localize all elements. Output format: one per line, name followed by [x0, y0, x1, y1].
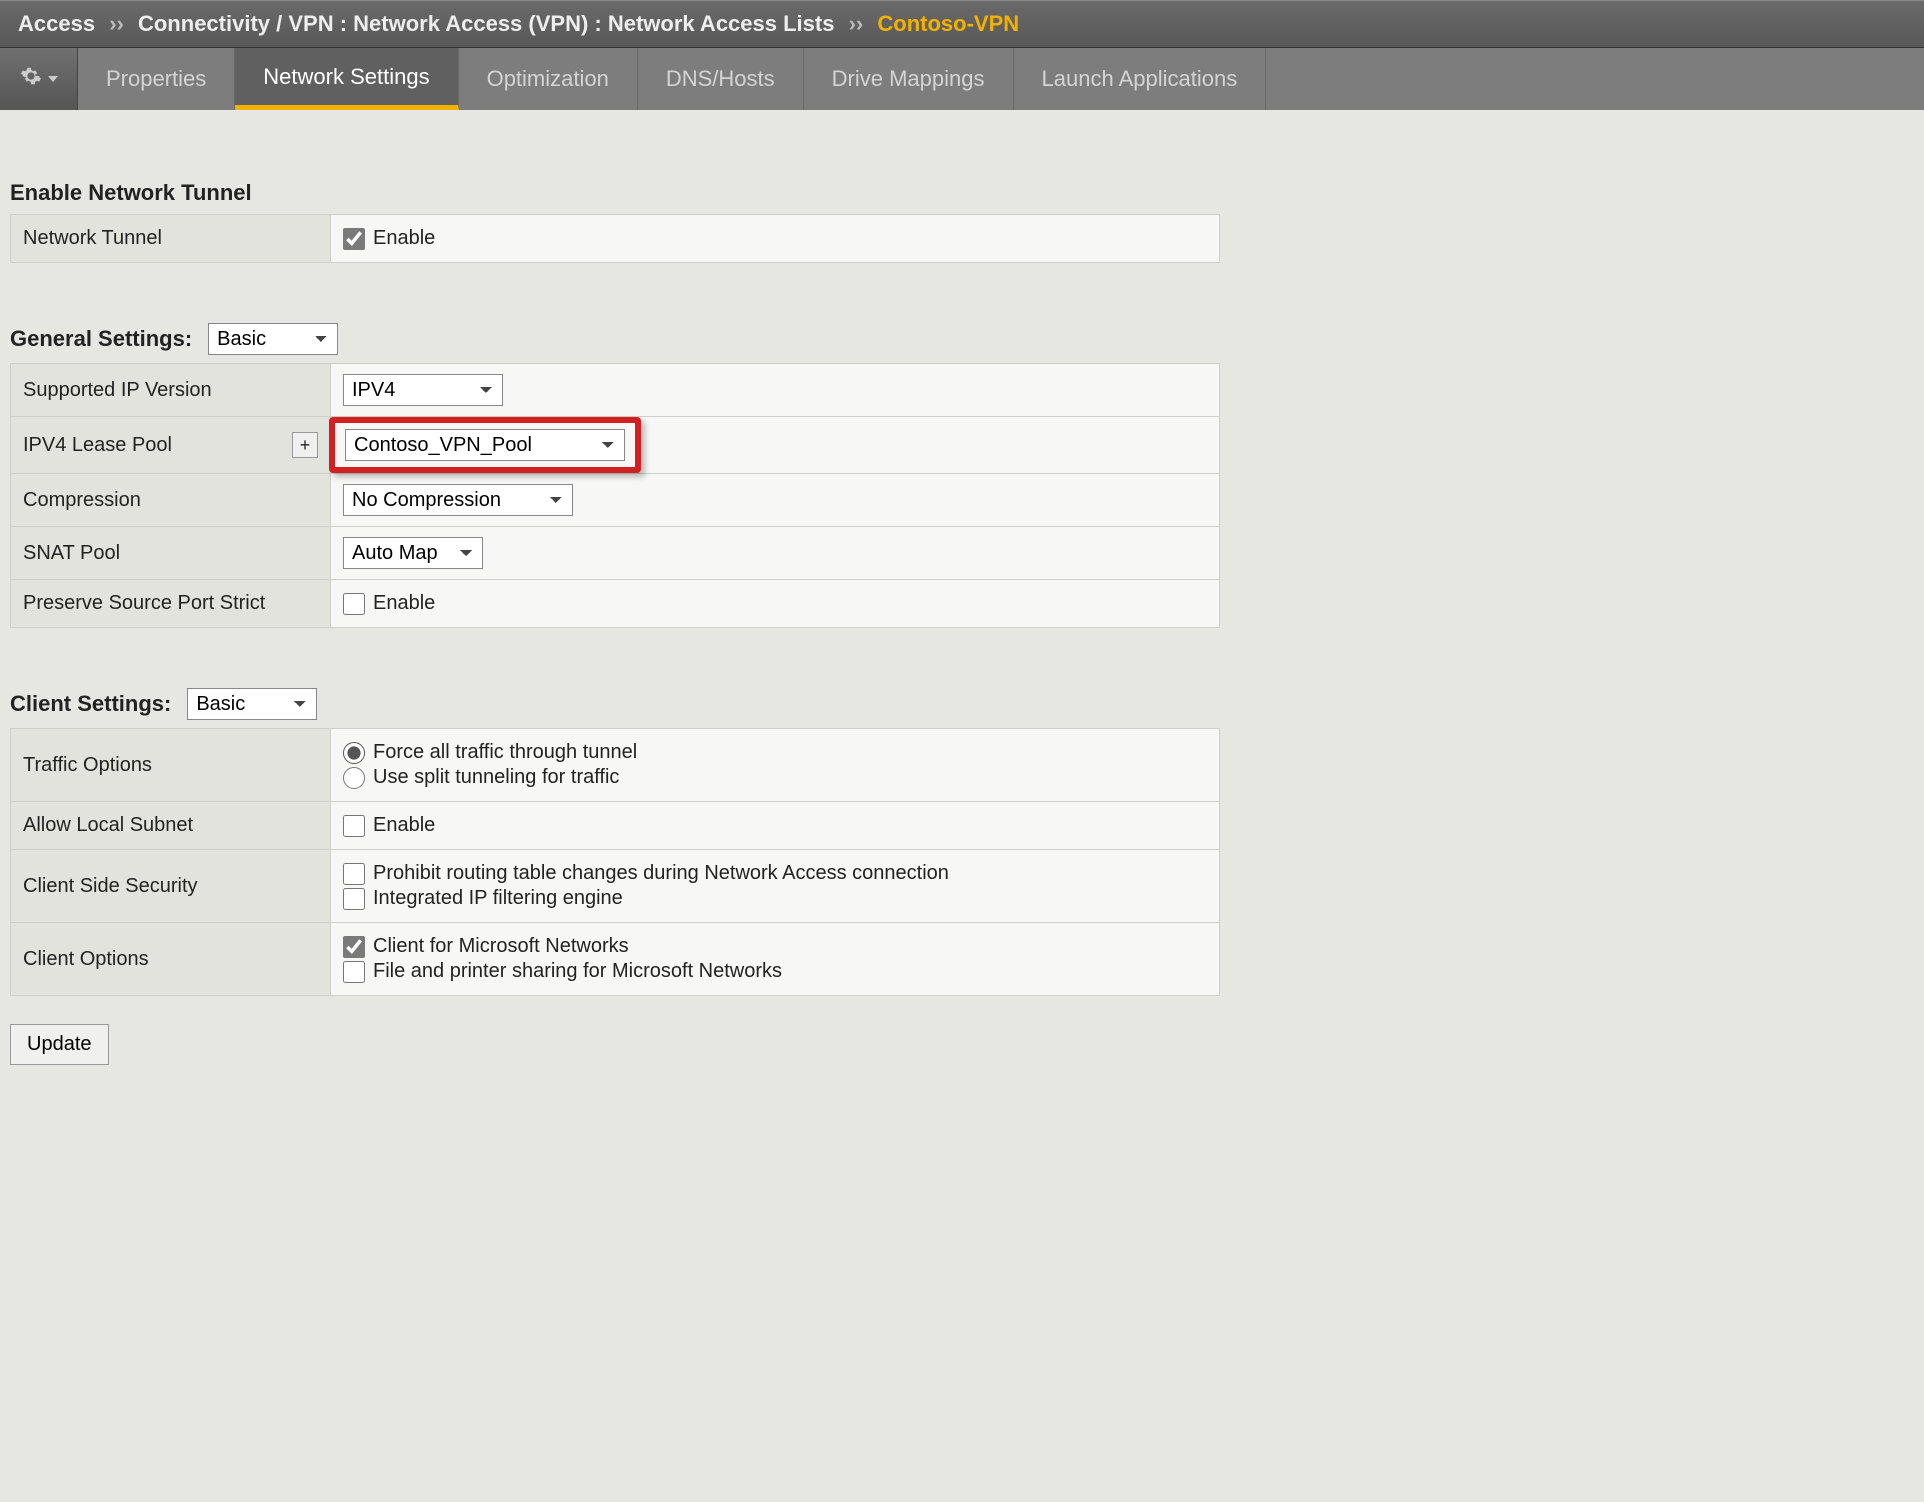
- checkbox-label: Enable: [373, 227, 435, 250]
- checkbox-file-printer[interactable]: [343, 961, 365, 983]
- tab-drive-mappings[interactable]: Drive Mappings: [804, 48, 1014, 110]
- row-label: Compression: [11, 474, 331, 527]
- table-general: Supported IP Version IPV4 IPV4 Lease Poo…: [10, 363, 1220, 628]
- allow-local-subnet-enable[interactable]: Enable: [343, 814, 1207, 837]
- tab-launch-applications[interactable]: Launch Applications: [1014, 48, 1267, 110]
- gear-menu[interactable]: [0, 48, 78, 110]
- radio-split-tunnel[interactable]: [343, 767, 365, 789]
- table-enable-tunnel: Network Tunnel Enable: [10, 214, 1220, 263]
- table-row: Client Options Client for Microsoft Netw…: [11, 923, 1220, 996]
- client-security-prohibit-routing[interactable]: Prohibit routing table changes during Ne…: [343, 862, 1207, 885]
- general-mode-select[interactable]: Basic: [208, 323, 338, 355]
- client-mode-select[interactable]: Basic: [187, 688, 317, 720]
- traffic-option-force-all[interactable]: Force all traffic through tunnel: [343, 741, 1207, 764]
- preserve-port-enable[interactable]: Enable: [343, 592, 1207, 615]
- checkbox-label: Integrated IP filtering engine: [373, 887, 623, 910]
- ip-version-select[interactable]: IPV4: [343, 374, 503, 406]
- row-label: Supported IP Version: [11, 364, 331, 417]
- row-label: Preserve Source Port Strict: [11, 580, 331, 628]
- section-title-enable-tunnel: Enable Network Tunnel: [10, 180, 1914, 206]
- checkbox-label: Prohibit routing table changes during Ne…: [373, 862, 949, 885]
- row-label: SNAT Pool: [11, 527, 331, 580]
- table-row: SNAT Pool Auto Map: [11, 527, 1220, 580]
- table-row: Preserve Source Port Strict Enable: [11, 580, 1220, 628]
- breadcrumb-path[interactable]: Connectivity / VPN : Network Access (VPN…: [138, 11, 834, 36]
- radio-label: Force all traffic through tunnel: [373, 741, 637, 764]
- table-row: Client Side Security Prohibit routing ta…: [11, 850, 1220, 923]
- compression-select[interactable]: No Compression: [343, 484, 573, 516]
- tab-row: Properties Network Settings Optimization…: [0, 48, 1924, 110]
- checkbox-allow-local[interactable]: [343, 815, 365, 837]
- checkbox-label: Enable: [373, 814, 435, 837]
- row-label: Allow Local Subnet: [11, 802, 331, 850]
- table-row: Network Tunnel Enable: [11, 215, 1220, 263]
- checkbox-label: File and printer sharing for Microsoft N…: [373, 960, 782, 983]
- table-row: IPV4 Lease Pool + Contoso_VPN_Pool: [11, 417, 1220, 474]
- table-row: Supported IP Version IPV4: [11, 364, 1220, 417]
- table-row: Allow Local Subnet Enable: [11, 802, 1220, 850]
- client-option-file-printer[interactable]: File and printer sharing for Microsoft N…: [343, 960, 1207, 983]
- row-label: Traffic Options: [11, 729, 331, 802]
- breadcrumb-sep: ››: [849, 11, 864, 36]
- chevron-down-icon: [48, 76, 58, 82]
- breadcrumb-leaf: Contoso-VPN: [877, 11, 1019, 36]
- breadcrumb-root[interactable]: Access: [18, 11, 95, 36]
- radio-label: Use split tunneling for traffic: [373, 766, 619, 789]
- row-label: Network Tunnel: [11, 215, 331, 263]
- section-title-client: Client Settings: Basic: [10, 688, 1914, 720]
- tab-network-settings[interactable]: Network Settings: [235, 48, 458, 110]
- row-label: Client Side Security: [11, 850, 331, 923]
- breadcrumb-sep: ››: [109, 11, 124, 36]
- gear-icon: [20, 65, 42, 93]
- client-option-ms-networks[interactable]: Client for Microsoft Networks: [343, 935, 1207, 958]
- row-label: IPV4 Lease Pool: [23, 434, 172, 457]
- client-security-ip-filter[interactable]: Integrated IP filtering engine: [343, 887, 1207, 910]
- radio-force-all[interactable]: [343, 742, 365, 764]
- tab-dns-hosts[interactable]: DNS/Hosts: [638, 48, 804, 110]
- checkbox-preserve-port[interactable]: [343, 593, 365, 615]
- checkbox-ip-filter[interactable]: [343, 888, 365, 910]
- table-row: Compression No Compression: [11, 474, 1220, 527]
- section-title-text: General Settings:: [10, 326, 192, 352]
- snat-select[interactable]: Auto Map: [343, 537, 483, 569]
- add-lease-pool-button[interactable]: +: [292, 432, 318, 458]
- tab-optimization[interactable]: Optimization: [459, 48, 638, 110]
- breadcrumb: Access ›› Connectivity / VPN : Network A…: [0, 0, 1924, 48]
- table-row: Traffic Options Force all traffic throug…: [11, 729, 1220, 802]
- section-title-general: General Settings: Basic: [10, 323, 1914, 355]
- lease-pool-select[interactable]: Contoso_VPN_Pool: [345, 429, 625, 461]
- checkbox-ms-networks[interactable]: [343, 936, 365, 958]
- update-button[interactable]: Update: [10, 1024, 109, 1065]
- checkbox-prohibit-routing[interactable]: [343, 863, 365, 885]
- traffic-option-split[interactable]: Use split tunneling for traffic: [343, 766, 1207, 789]
- checkbox-label: Enable: [373, 592, 435, 615]
- table-client: Traffic Options Force all traffic throug…: [10, 728, 1220, 996]
- network-tunnel-enable[interactable]: Enable: [343, 227, 1207, 250]
- checkbox-enable-tunnel[interactable]: [343, 228, 365, 250]
- tab-properties[interactable]: Properties: [78, 48, 235, 110]
- checkbox-label: Client for Microsoft Networks: [373, 935, 629, 958]
- row-label: Client Options: [11, 923, 331, 996]
- lease-pool-highlight: Contoso_VPN_Pool: [329, 417, 641, 473]
- section-title-text: Client Settings:: [10, 691, 171, 717]
